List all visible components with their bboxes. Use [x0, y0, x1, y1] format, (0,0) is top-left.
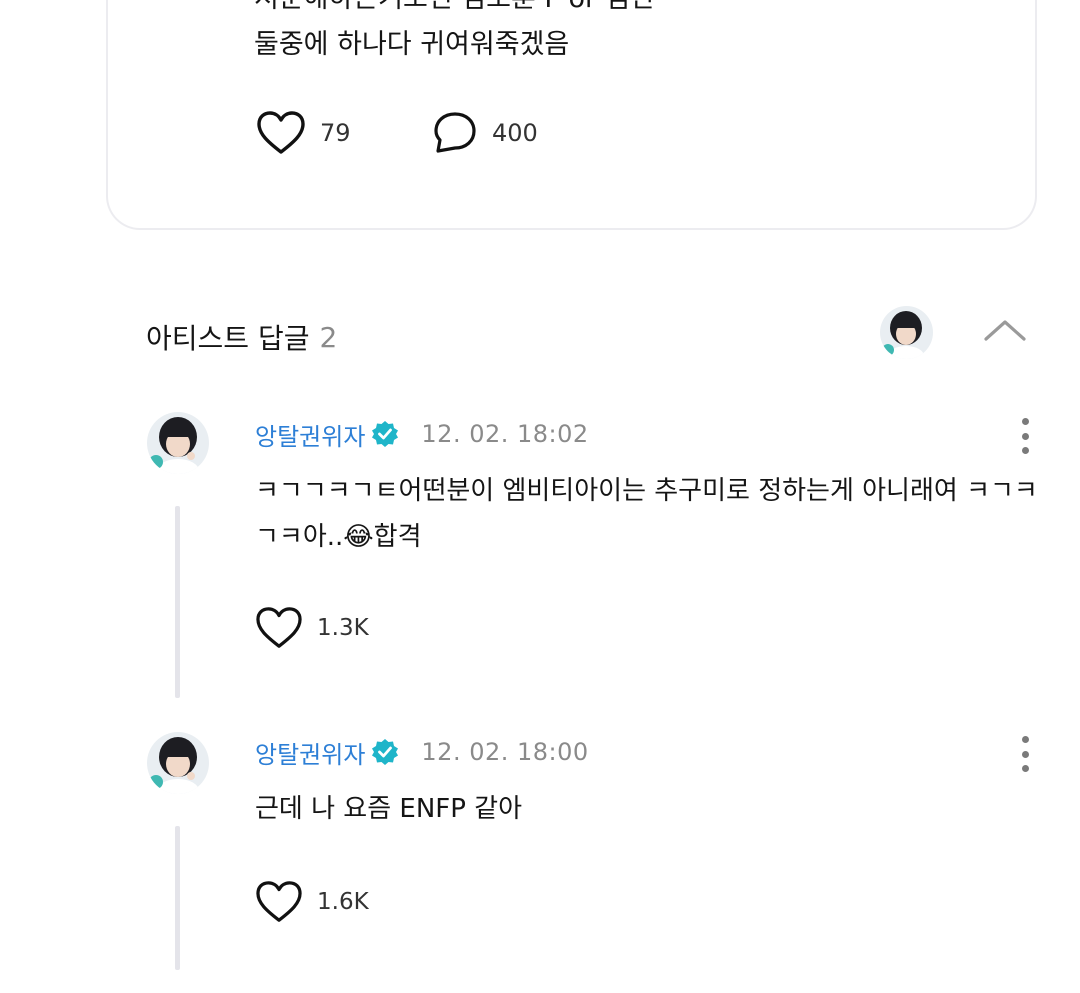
post-body-text: 서운해하는거보면 김도훈 F or 잼민 둘중에 하나다 귀여워죽겠음	[254, 0, 654, 60]
avatar-image	[147, 412, 209, 474]
heart-outline-icon	[257, 111, 305, 154]
verified-badge-icon	[371, 738, 399, 766]
reply-like-button[interactable]: 1.3K	[255, 606, 369, 650]
reply-like-button[interactable]: 1.6K	[255, 880, 369, 924]
speech-bubble-icon	[434, 112, 476, 153]
post-like-count: 79	[320, 119, 351, 147]
collapse-replies-button[interactable]	[982, 314, 1028, 346]
reply-timestamp: 12. 02. 18:00	[421, 738, 589, 766]
post-card: 서운해하는거보면 김도훈 F or 잼민 둘중에 하나다 귀여워죽겠음 79 4…	[106, 0, 1037, 230]
more-options-button[interactable]	[1012, 734, 1038, 774]
verified-badge-icon	[371, 420, 399, 448]
artist-replies-count: 2	[319, 320, 338, 354]
reply-header: 앙탈권위자 12. 02. 18:02	[255, 416, 589, 452]
reply-body-text: ㅋㄱㄱㅋㄱㅌ어떤분이 엠비티아이는 추구미로 정하는게 아니래여 ㅋㄱㅋ ㄱㅋ아…	[255, 476, 1038, 552]
reply-author-avatar[interactable]	[147, 732, 209, 794]
post-comment-count: 400	[492, 119, 538, 147]
chevron-up-icon	[984, 320, 1026, 341]
reply-timestamp: 12. 02. 18:02	[421, 420, 589, 448]
reply-like-count: 1.3K	[317, 615, 369, 641]
post-like-button[interactable]: 79	[256, 110, 351, 156]
reply-author-name[interactable]: 앙탈권위자	[255, 735, 365, 770]
more-options-button[interactable]	[1012, 416, 1038, 456]
more-vertical-icon	[1021, 418, 1029, 425]
artist-avatar-image	[880, 306, 933, 359]
artist-replies-label: 아티스트 답글	[146, 322, 310, 355]
reply-body-text: 근데 나 요즘 ENFP 같아	[255, 794, 523, 824]
heart-outline-icon	[256, 607, 302, 648]
artist-replies-header: 아티스트 답글 2	[146, 312, 337, 362]
more-vertical-icon	[1021, 736, 1029, 743]
thread-line	[175, 826, 180, 970]
avatar-image	[147, 732, 209, 794]
reply-header: 앙탈권위자 12. 02. 18:00	[255, 734, 589, 770]
artist-avatar-small	[880, 306, 933, 359]
reply-like-count: 1.6K	[317, 889, 369, 915]
heart-outline-icon	[256, 881, 302, 922]
thread-line	[175, 506, 180, 698]
post-comment-button[interactable]: 400	[432, 110, 538, 156]
reply-author-avatar[interactable]	[147, 412, 209, 474]
reply-author-name[interactable]: 앙탈권위자	[255, 417, 365, 452]
